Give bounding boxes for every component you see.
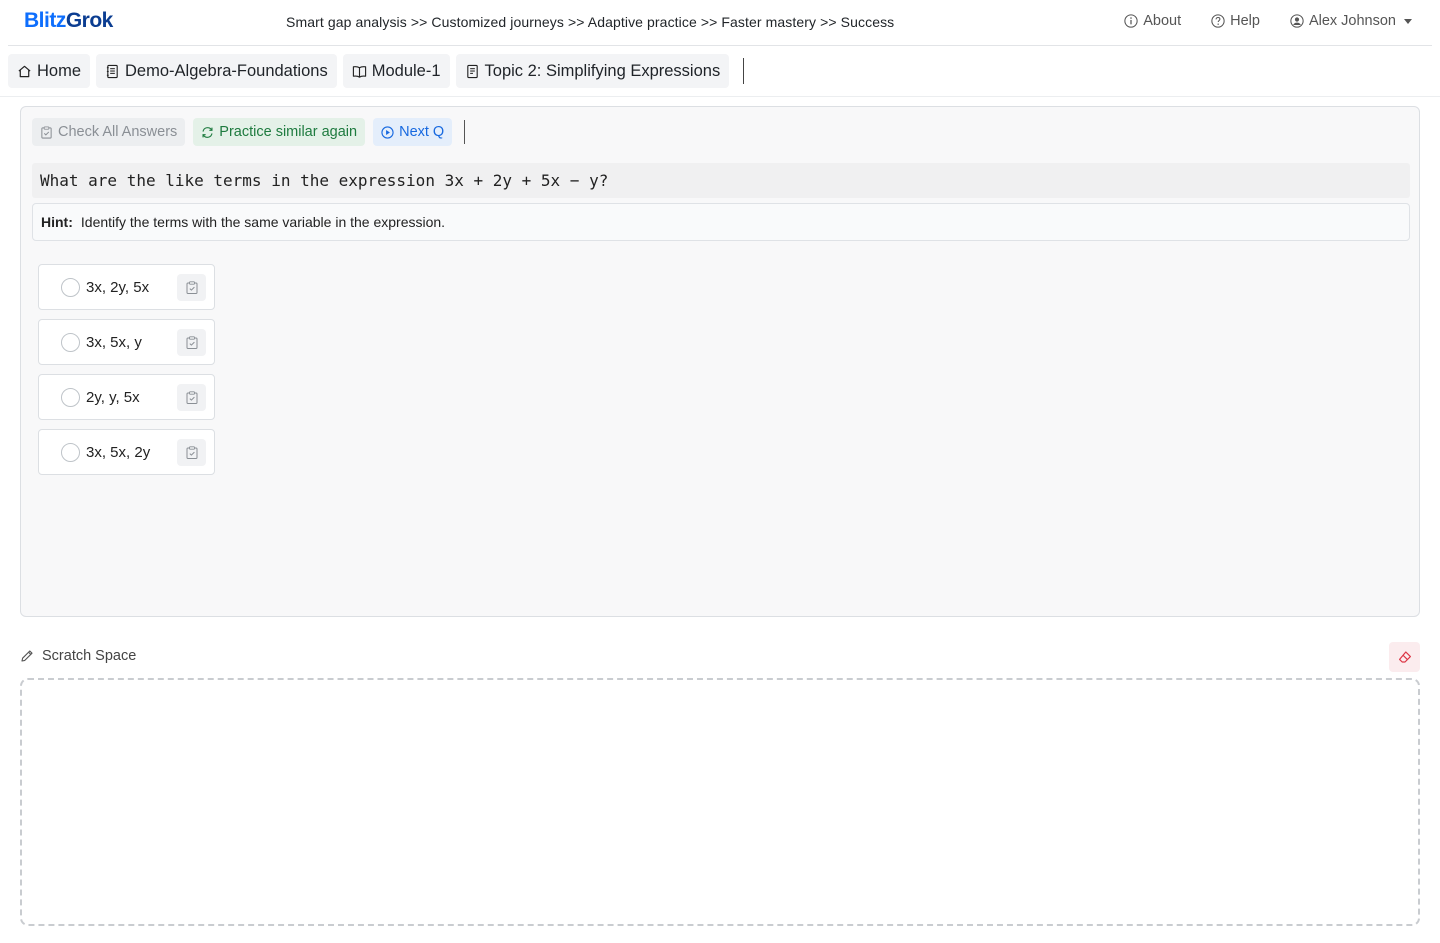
radio-button[interactable] — [61, 278, 80, 297]
hint-box: Hint: Identify the terms with the same v… — [32, 203, 1410, 241]
breadcrumb-home[interactable]: Home — [8, 54, 91, 88]
breadcrumb-divider — [743, 58, 745, 84]
play-circle-icon — [381, 125, 394, 139]
breadcrumb: Home Demo-Algebra-Foundations Module-1 T… — [8, 54, 745, 88]
book-icon — [352, 65, 366, 78]
pencil-icon — [21, 650, 33, 662]
user-menu[interactable]: Alex Johnson — [1290, 13, 1412, 29]
clipboard-icon[interactable] — [177, 439, 206, 466]
hint-text: Identify the terms with the same variabl… — [80, 214, 446, 230]
clear-scratch-button[interactable] — [1389, 642, 1420, 672]
option-label: 2y, y, 5x — [86, 389, 140, 406]
question-circle-icon — [1211, 14, 1225, 28]
scratch-canvas[interactable] — [20, 678, 1420, 926]
header-divider — [0, 96, 1440, 97]
check-all-answers-button[interactable]: Check All Answers — [32, 118, 186, 146]
radio-button[interactable] — [61, 443, 80, 462]
info-icon — [1124, 14, 1138, 28]
journal-icon — [106, 64, 118, 78]
option-label: 3x, 5x, y — [86, 334, 142, 351]
answer-option[interactable]: 3x, 2y, 5x — [38, 264, 215, 310]
radio-button[interactable] — [61, 333, 80, 352]
clipboard-icon[interactable] — [177, 384, 206, 411]
hint-label: Hint: — [41, 214, 73, 230]
toolbar-divider — [464, 120, 466, 144]
brand-logo[interactable]: BlitzGrok — [24, 9, 113, 33]
option-label: 3x, 2y, 5x — [86, 279, 150, 296]
chevron-down-icon — [1404, 18, 1412, 24]
question-text: What are the like terms in the expressio… — [32, 163, 1410, 198]
radio-button[interactable] — [61, 388, 80, 407]
about-link[interactable]: About — [1124, 13, 1181, 29]
scratch-space-title: Scratch Space — [42, 648, 137, 664]
question-card: Check All Answers Practice similar again… — [20, 106, 1420, 617]
answer-option[interactable]: 2y, y, 5x — [38, 374, 215, 420]
scratch-space-header: Scratch Space — [20, 648, 136, 664]
clipboard-icon[interactable] — [177, 329, 206, 356]
home-icon — [18, 65, 31, 77]
breadcrumb-topic[interactable]: Topic 2: Simplifying Expressions — [455, 54, 730, 88]
tagline: Smart gap analysis >> Customized journey… — [286, 14, 895, 30]
answer-option[interactable]: 3x, 5x, 2y — [38, 429, 215, 475]
answer-options: 3x, 2y, 5x 3x, 5x, y 2y, y, 5x 3x, 5x, 2… — [38, 264, 215, 475]
user-avatar-icon — [1290, 14, 1304, 28]
help-link[interactable]: Help — [1211, 13, 1260, 29]
answer-option[interactable]: 3x, 5x, y — [38, 319, 215, 365]
question-toolbar: Check All Answers Practice similar again… — [32, 118, 466, 146]
clipboard-check-icon — [41, 125, 52, 139]
refresh-icon — [202, 126, 213, 138]
eraser-icon — [1398, 651, 1411, 663]
option-label: 3x, 5x, 2y — [86, 444, 151, 461]
top-navbar: BlitzGrok Smart gap analysis >> Customiz… — [8, 0, 1432, 46]
next-question-button[interactable]: Next Q — [373, 118, 453, 146]
document-icon — [466, 64, 478, 78]
breadcrumb-course[interactable]: Demo-Algebra-Foundations — [96, 54, 337, 88]
practice-similar-button[interactable]: Practice similar again — [193, 118, 366, 146]
clipboard-icon[interactable] — [177, 274, 206, 301]
breadcrumb-module[interactable]: Module-1 — [342, 54, 450, 88]
